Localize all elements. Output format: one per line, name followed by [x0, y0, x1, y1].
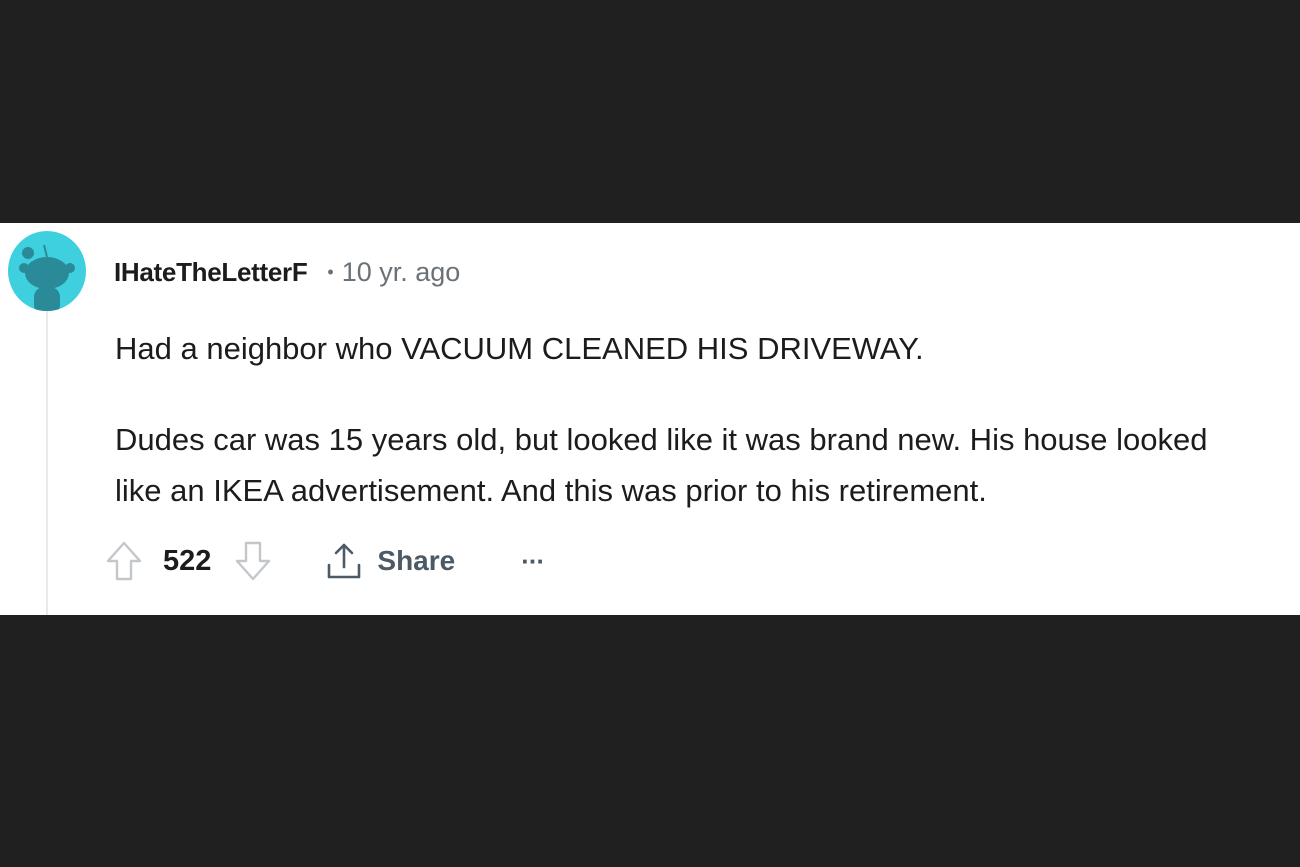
comment-body: Had a neighbor who VACUUM CLEANED HIS DR…: [115, 323, 1300, 516]
screenshot-stage: IHateTheLetterF • 10 yr. ago Had a neigh…: [0, 0, 1300, 867]
meta-separator: •: [327, 261, 334, 282]
upvote-button[interactable]: [104, 539, 144, 583]
comment-line: like an IKEA advertisement. And this was…: [115, 473, 987, 508]
comment-actions: 522 Share ···: [104, 539, 545, 583]
share-upload-icon: [328, 543, 361, 579]
thread-line[interactable]: [46, 311, 48, 615]
vote-count: 522: [163, 544, 212, 577]
comment-paragraph: Had a neighbor who VACUUM CLEANED HIS DR…: [115, 331, 924, 366]
share-button[interactable]: Share: [325, 541, 455, 581]
share-label: Share: [377, 545, 456, 576]
arrow-up-outline-icon: [106, 541, 142, 581]
more-options-button[interactable]: ···: [521, 539, 545, 583]
avatar[interactable]: [8, 231, 86, 311]
comment-line: Dudes car was 15 years old, but looked l…: [115, 422, 1208, 457]
comment-paragraph: Dudes car was 15 years old, but looked l…: [115, 414, 1300, 516]
comment-meta: IHateTheLetterF • 10 yr. ago: [114, 256, 460, 288]
reddit-snoo-avatar-icon: [19, 244, 75, 311]
comment-card: IHateTheLetterF • 10 yr. ago Had a neigh…: [0, 223, 1300, 615]
arrow-down-outline-icon: [236, 541, 271, 581]
downvote-button[interactable]: [233, 539, 273, 583]
comment-timestamp[interactable]: 10 yr. ago: [342, 257, 461, 288]
username-link[interactable]: IHateTheLetterF: [114, 257, 308, 288]
